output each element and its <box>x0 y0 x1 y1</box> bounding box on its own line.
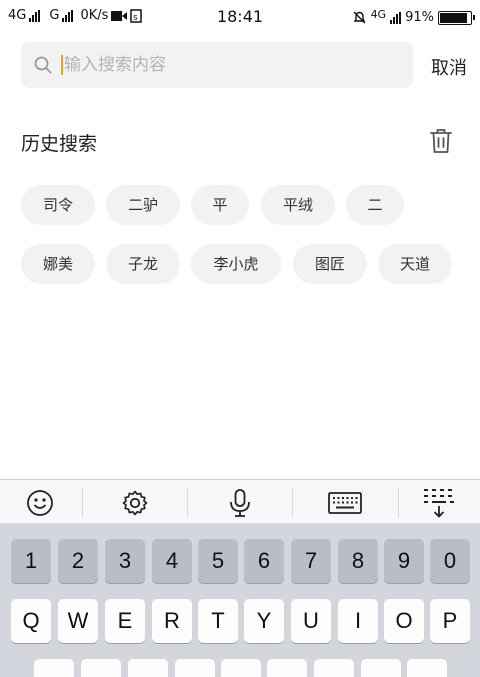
history-tag[interactable]: 平 <box>191 185 249 225</box>
key-q[interactable]: Q <box>11 599 51 643</box>
key-partial[interactable] <box>175 659 215 677</box>
gear-icon <box>122 490 148 516</box>
key-y[interactable]: Y <box>244 599 284 643</box>
key-p[interactable]: P <box>430 599 470 643</box>
search-input[interactable] <box>64 55 364 75</box>
key-i[interactable]: I <box>338 599 378 643</box>
settings-button[interactable] <box>118 486 152 520</box>
key-partial[interactable] <box>267 659 307 677</box>
signal-icon-3 <box>390 11 402 24</box>
history-tag[interactable]: 天道 <box>378 244 452 284</box>
emoji-icon <box>27 490 53 516</box>
history-tag[interactable]: 平绒 <box>261 185 335 225</box>
emoji-button[interactable] <box>23 486 57 520</box>
key-8[interactable]: 8 <box>338 539 378 583</box>
keyboard: 1 2 3 4 5 6 7 8 9 0 Q W E R T Y U I O P <box>0 479 480 677</box>
history-tag[interactable]: 李小虎 <box>191 244 281 284</box>
key-4[interactable]: 4 <box>152 539 192 583</box>
key-partial[interactable] <box>128 659 168 677</box>
search-icon <box>34 56 52 74</box>
keyboard-icon <box>328 492 362 514</box>
key-partial[interactable] <box>81 659 121 677</box>
trash-icon[interactable] <box>429 128 453 154</box>
history-tag[interactable]: 二 <box>346 185 404 225</box>
key-6[interactable]: 6 <box>244 539 284 583</box>
history-tag[interactable]: 二驴 <box>106 185 180 225</box>
battery-percent: 91% <box>405 10 434 25</box>
hide-keyboard-button[interactable] <box>422 486 456 520</box>
history-tag[interactable]: 子龙 <box>106 244 180 284</box>
status-bar: 4G G 0K/s s 18:41 4G 91% <box>0 0 480 34</box>
toolbar-divider <box>82 488 83 518</box>
key-u[interactable]: U <box>291 599 331 643</box>
history-tag[interactable]: 司令 <box>21 185 95 225</box>
search-box[interactable] <box>21 42 413 88</box>
key-2[interactable]: 2 <box>58 539 98 583</box>
key-r[interactable]: R <box>152 599 192 643</box>
key-e[interactable]: E <box>105 599 145 643</box>
key-o[interactable]: O <box>384 599 424 643</box>
battery-icon <box>438 10 475 25</box>
key-partial[interactable] <box>361 659 401 677</box>
key-partial[interactable] <box>407 659 447 677</box>
microphone-icon <box>230 489 250 517</box>
text-cursor <box>61 55 63 75</box>
bell-off-icon <box>353 11 366 24</box>
key-3[interactable]: 3 <box>105 539 145 583</box>
status-right: 4G 91% <box>352 8 475 27</box>
toolbar-divider <box>292 488 293 518</box>
history-tag[interactable]: 图匠 <box>293 244 367 284</box>
key-partial[interactable] <box>314 659 354 677</box>
toolbar-divider <box>187 488 188 518</box>
cancel-button[interactable]: 取消 <box>431 54 467 80</box>
key-0[interactable]: 0 <box>430 539 470 583</box>
keyboard-switch-button[interactable] <box>328 486 362 520</box>
key-7[interactable]: 7 <box>291 539 331 583</box>
keyboard-toolbar <box>0 479 480 524</box>
key-w[interactable]: W <box>58 599 98 643</box>
search-row: 取消 <box>21 42 471 88</box>
network-type-label: 4G <box>370 8 387 21</box>
toolbar-divider <box>398 488 399 518</box>
key-partial[interactable] <box>34 659 74 677</box>
history-tag[interactable]: 娜美 <box>21 244 95 284</box>
key-5[interactable]: 5 <box>198 539 238 583</box>
key-t[interactable]: T <box>198 599 238 643</box>
voice-input-button[interactable] <box>223 486 257 520</box>
key-1[interactable]: 1 <box>11 539 51 583</box>
keyboard-hide-icon <box>424 489 454 518</box>
key-partial[interactable] <box>221 659 261 677</box>
history-title: 历史搜索 <box>21 133 98 155</box>
key-9[interactable]: 9 <box>384 539 424 583</box>
